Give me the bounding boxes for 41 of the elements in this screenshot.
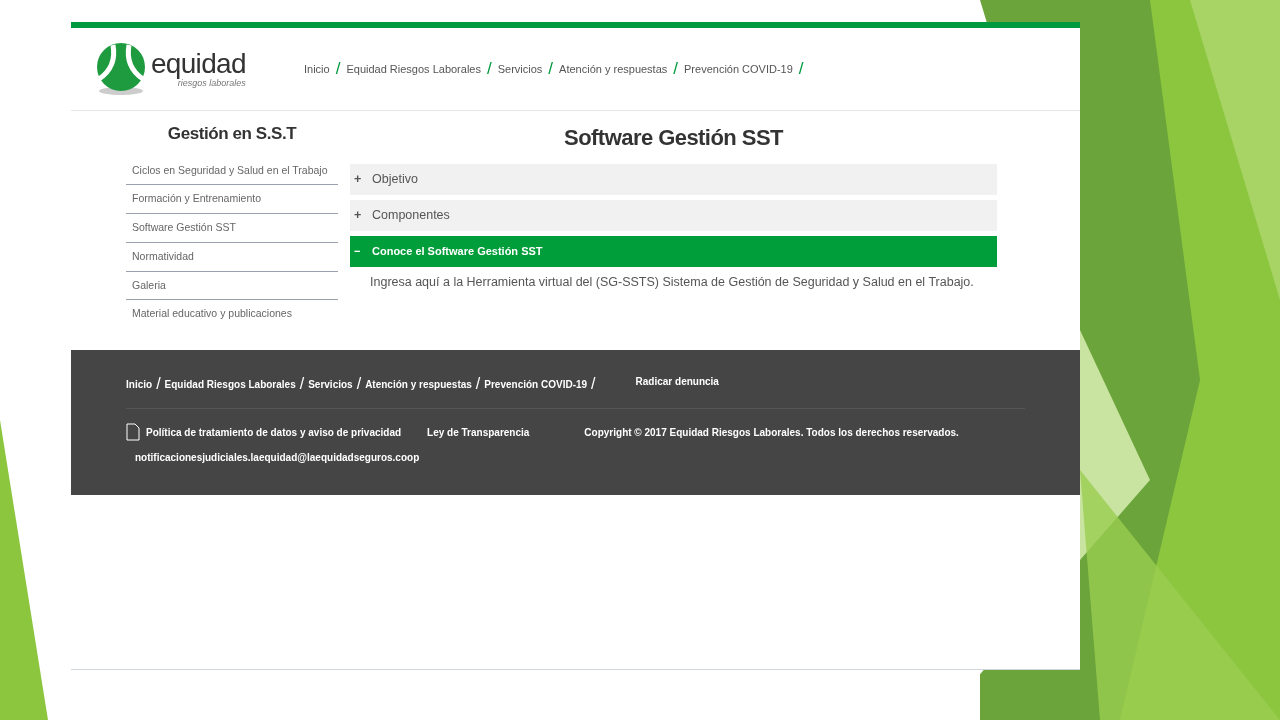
report-link[interactable]: Radicar denuncia [635,373,719,389]
footer-nav-separator: / [156,374,162,394]
nav-separator: / [485,58,493,81]
nav-separator: / [672,58,680,81]
nav-separator: / [334,58,342,81]
logo-wordmark: equidad [151,50,246,78]
sidebar-link[interactable]: Galeria [126,271,338,301]
footer-nav-link[interactable]: Inicio [126,376,157,392]
footer-nav-link[interactable]: Atención y respuestas [365,376,476,392]
sidebar-link[interactable]: Normatividad [126,242,338,272]
sidebar-title: Gestión en S.S.T [166,123,298,145]
page-title: Software Gestión SST [563,124,785,152]
sidebar-link[interactable]: Formación y Entrenamiento [126,185,338,214]
footer-nav-link[interactable]: Equidad Riesgos Laborales [164,376,300,392]
accordion-header[interactable]: − Conoce el Software Gestión SST [350,236,997,267]
nav-link[interactable]: Equidad Riesgos Laborales [342,60,485,78]
accordion-header[interactable]: + Objetivo [350,164,997,195]
copyright-text: Copyright © 2017 Equidad Riesgos Laborales. Todos los derechos reservados. [584,425,959,440]
accordion-body-text: Ingresa aquí a la Herramienta virtual del (SG-SSTS) Sistema de Gestión de Seguridad y Salud en el Trabajo. [369,274,975,291]
transparency-link[interactable]: Ley de Transparencia [427,424,530,440]
nav-link[interactable]: Servicios [493,60,547,78]
sidebar-link[interactable]: Software Gestión SST [126,214,338,243]
document-icon [126,423,140,441]
nav-link[interactable]: Inicio [300,60,334,78]
nav-separator: / [547,58,555,81]
sidebar-link[interactable]: Ciclos en Seguridad y Salud en el Trabajo [126,156,338,186]
footer-nav-separator: / [299,374,306,394]
footer-nav-link[interactable]: Prevención COVID-19 [484,376,592,392]
privacy-link[interactable]: Política de tratamiento de datos y aviso de privacidad [146,424,402,440]
footer-nav-separator: / [356,374,363,394]
logo-tagline: riesgos laborales [177,78,246,88]
footer-nav-separator: / [475,374,482,394]
footer-nav-separator: / [591,374,597,394]
nav-link[interactable]: Prevención COVID-19 [680,60,797,78]
sidebar-link[interactable]: Material educativo y publicaciones [126,300,338,328]
nav-link[interactable]: Atención y respuestas [555,60,672,78]
logo-sphere-icon [95,41,147,97]
accordion-header[interactable]: + Componentes [350,200,997,231]
nav-separator: / [797,58,805,81]
footer-nav-link[interactable]: Servicios [308,376,357,392]
email-link[interactable]: notificacionesjudiciales.laequidad@laequidadseguros.coop [135,450,420,465]
